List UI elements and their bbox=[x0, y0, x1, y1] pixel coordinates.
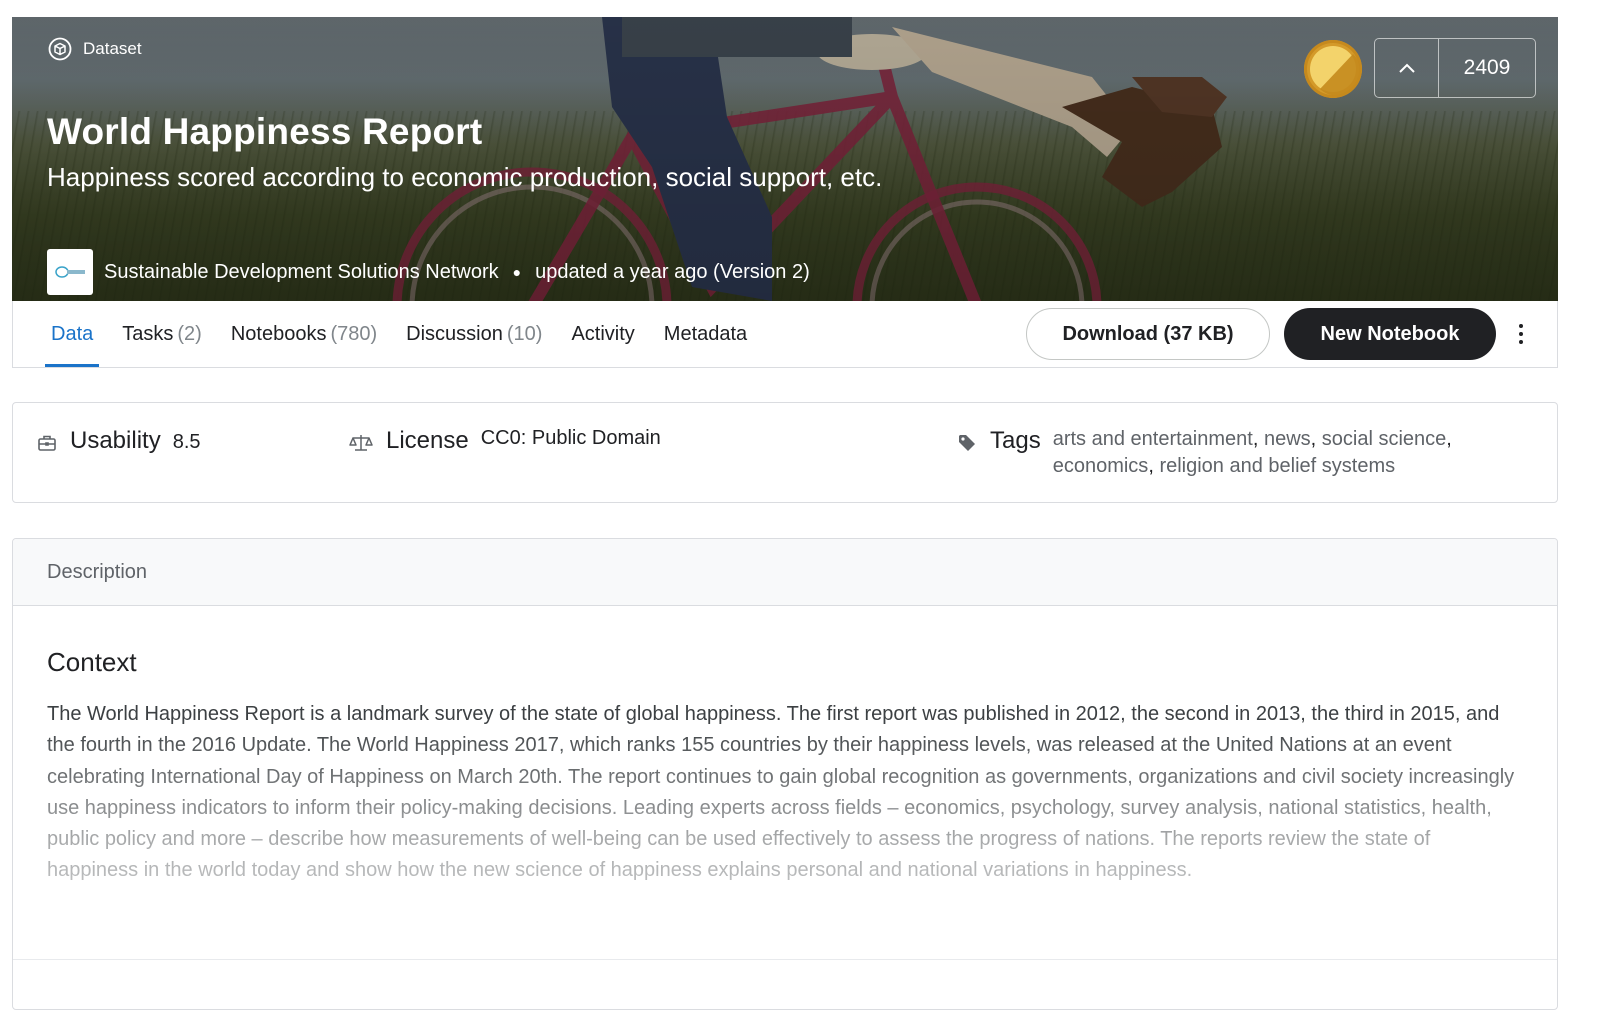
kebab-dot bbox=[1519, 332, 1523, 336]
tab-list: Data Tasks (2) Notebooks (780) Discussio… bbox=[45, 301, 770, 367]
tab-count: (780) bbox=[330, 322, 378, 345]
dataset-header-banner: Dataset World Happiness Report Happiness… bbox=[12, 17, 1558, 301]
dataset-cube-icon bbox=[48, 37, 72, 61]
kebab-dot bbox=[1519, 324, 1523, 328]
new-notebook-button[interactable]: New Notebook bbox=[1284, 308, 1496, 360]
upvote-widget: 2409 bbox=[1374, 38, 1536, 98]
owner-name-link[interactable]: Sustainable Development Solutions Networ… bbox=[104, 261, 499, 284]
license-value[interactable]: CC0: Public Domain bbox=[481, 427, 661, 450]
dataset-type-label: Dataset bbox=[48, 37, 142, 61]
usability-value[interactable]: 8.5 bbox=[173, 431, 201, 454]
kebab-dot bbox=[1519, 340, 1523, 344]
usability-label: Usability bbox=[70, 427, 161, 454]
dataset-type-text: Dataset bbox=[83, 39, 142, 58]
usability-item: Usability 8.5 bbox=[37, 427, 201, 455]
license-item: License CC0: Public Domain bbox=[349, 427, 661, 455]
tab-metadata[interactable]: Metadata bbox=[658, 301, 753, 367]
page-subtitle: Happiness scored according to economic p… bbox=[47, 162, 883, 192]
tab-bar: Data Tasks (2) Notebooks (780) Discussio… bbox=[12, 301, 1558, 368]
tag-link[interactable]: social science bbox=[1322, 428, 1447, 450]
tags-list: arts and entertainment, news, social sci… bbox=[1052, 428, 1452, 477]
toolbox-icon bbox=[38, 435, 56, 451]
dataset-meta-card: Usability 8.5 License CC0: Public Domain… bbox=[12, 402, 1558, 503]
more-options-icon[interactable] bbox=[1509, 319, 1533, 349]
tab-tasks[interactable]: Tasks (2) bbox=[116, 301, 208, 367]
tags-item: Tags arts and entertainment, news, socia… bbox=[957, 427, 1513, 480]
tab-label: Metadata bbox=[663, 322, 748, 345]
owner-row: Sustainable Development Solutions Networ… bbox=[47, 249, 810, 295]
tag-link[interactable]: religion and belief systems bbox=[1159, 455, 1395, 477]
download-button[interactable]: Download (37 KB) bbox=[1026, 308, 1270, 360]
license-label: License bbox=[386, 427, 469, 454]
upvote-count: 2409 bbox=[1463, 56, 1511, 79]
tab-count: (2) bbox=[177, 322, 202, 345]
tag-icon bbox=[959, 435, 975, 451]
owner-avatar[interactable] bbox=[47, 249, 93, 295]
tab-activity[interactable]: Activity bbox=[565, 301, 640, 367]
tab-label: Tasks bbox=[122, 322, 174, 345]
tags-label: Tags bbox=[990, 427, 1041, 454]
context-heading: Context bbox=[47, 647, 137, 677]
description-card: Description Context The World Happiness … bbox=[12, 538, 1558, 1010]
owner-logo-icon bbox=[55, 266, 85, 278]
description-body: The World Happiness Report is a landmark… bbox=[47, 703, 1515, 882]
tab-label: Activity bbox=[571, 322, 635, 345]
description-header: Description bbox=[13, 539, 1557, 606]
divider bbox=[13, 959, 1557, 960]
separator-dot: ● bbox=[512, 264, 522, 280]
scale-icon bbox=[349, 435, 373, 451]
tag-link[interactable]: arts and entertainment bbox=[1053, 428, 1253, 450]
updated-text: updated a year ago (Version 2) bbox=[535, 260, 810, 283]
tab-label: Data bbox=[51, 322, 94, 345]
upvote-button[interactable] bbox=[1375, 39, 1439, 97]
page-title: World Happiness Report bbox=[47, 111, 483, 152]
tab-data[interactable]: Data bbox=[45, 301, 100, 367]
tab-label: Discussion bbox=[406, 322, 503, 345]
chevron-up-icon bbox=[1398, 63, 1415, 73]
tag-link[interactable]: news bbox=[1264, 428, 1311, 450]
tab-label: Notebooks bbox=[230, 322, 327, 345]
tab-discussion[interactable]: Discussion (10) bbox=[400, 301, 548, 367]
tab-count: (10) bbox=[506, 322, 543, 345]
tab-notebooks[interactable]: Notebooks (780) bbox=[225, 301, 383, 367]
medal-shape bbox=[1310, 46, 1361, 96]
tag-link[interactable]: economics bbox=[1053, 455, 1149, 477]
gold-medal-icon bbox=[1304, 40, 1362, 98]
